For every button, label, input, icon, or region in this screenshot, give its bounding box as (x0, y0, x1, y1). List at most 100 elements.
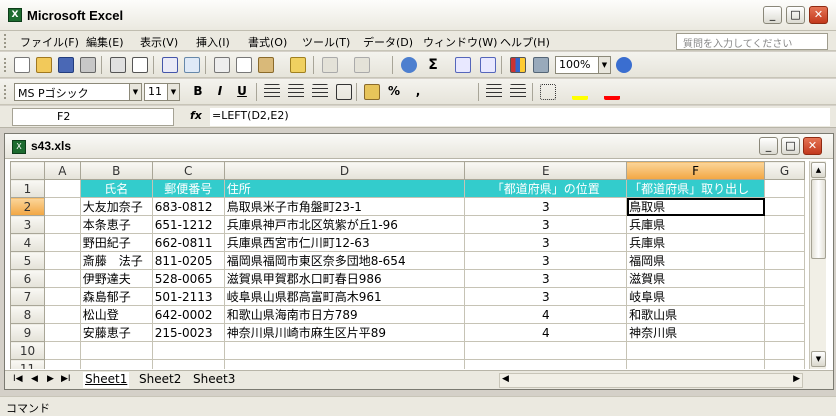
cell-postal[interactable]: 662-0811 (151, 233, 225, 252)
insert-function-icon[interactable]: fx (190, 109, 202, 122)
print-icon[interactable] (110, 57, 126, 73)
next-sheet-icon[interactable]: ▶ (47, 374, 54, 384)
copy-icon[interactable] (236, 57, 252, 73)
row-header[interactable]: 9 (10, 323, 45, 342)
column-header-d[interactable]: D (223, 161, 466, 180)
cell-address[interactable]: 鳥取県米子市角盤町23-1 (223, 197, 466, 216)
cell-extract[interactable] (626, 359, 766, 369)
cell-position[interactable]: 4 (464, 323, 628, 342)
cell-address[interactable]: 神奈川県川崎市麻生区片平89 (223, 323, 466, 342)
hyperlink-icon[interactable] (401, 57, 417, 73)
cell-address[interactable]: 福岡県福岡市東区奈多団地8-654 (223, 251, 466, 270)
font-color-icon[interactable] (604, 84, 620, 100)
redo-icon[interactable] (354, 57, 370, 73)
row-header[interactable]: 6 (10, 269, 45, 288)
cell-postal[interactable]: 683-0812 (151, 197, 225, 216)
cell[interactable] (43, 341, 81, 360)
cell-extract[interactable]: 兵庫県 (626, 233, 766, 252)
column-header-b[interactable]: B (79, 161, 153, 180)
cell-postal[interactable]: 651-1212 (151, 215, 225, 234)
cell-address[interactable]: 兵庫県西宮市仁川町12-63 (223, 233, 466, 252)
cell[interactable] (764, 215, 805, 234)
cell-name[interactable]: 森島郁子 (79, 287, 153, 306)
scroll-right-icon[interactable]: ▶ (793, 374, 800, 384)
row-header[interactable]: 1 (10, 179, 45, 198)
fill-color-icon[interactable] (572, 84, 588, 100)
select-all-corner[interactable] (10, 161, 45, 180)
merge-center-icon[interactable] (336, 84, 352, 100)
font-name-select[interactable]: MS Pゴシック ▼ (14, 83, 142, 101)
align-left-icon[interactable] (264, 84, 280, 100)
cell-address[interactable]: 和歌山県海南市日方789 (223, 305, 466, 324)
cell[interactable] (43, 197, 81, 216)
cell[interactable] (43, 251, 81, 270)
cell-name[interactable] (79, 341, 153, 360)
undo-icon[interactable] (322, 57, 338, 73)
print-preview-icon[interactable] (132, 57, 148, 73)
cell-name[interactable]: 松山登 (79, 305, 153, 324)
workbook-close-button[interactable]: ✕ (803, 137, 822, 155)
cell[interactable] (764, 197, 805, 216)
autosum-icon[interactable]: Σ (425, 57, 441, 73)
cell[interactable] (764, 287, 805, 306)
scroll-left-icon[interactable]: ◀ (502, 374, 509, 384)
cell-extract[interactable]: 鳥取県 (626, 197, 766, 216)
row-header[interactable]: 4 (10, 233, 45, 252)
cell-extract[interactable]: 神奈川県 (626, 323, 766, 342)
cell-name[interactable]: 大友加奈子 (79, 197, 153, 216)
column-header-f[interactable]: F (626, 161, 766, 180)
formula-input[interactable]: =LEFT(D2,E2) (210, 108, 830, 126)
row-header[interactable]: 11 (10, 359, 45, 369)
cell-postal[interactable]: 642-0002 (151, 305, 225, 324)
cell-extract[interactable]: 福岡県 (626, 251, 766, 270)
cell-extract[interactable]: 和歌山県 (626, 305, 766, 324)
menu-help[interactable]: ヘルプ(H) (500, 34, 550, 50)
header-cell-extract[interactable]: 「都道府県」取り出し (626, 179, 766, 198)
cell-extract[interactable]: 兵庫県 (626, 215, 766, 234)
horizontal-scrollbar[interactable]: ◀ ▶ (499, 373, 803, 388)
align-center-icon[interactable] (288, 84, 304, 100)
menu-format[interactable]: 書式(O) (248, 34, 287, 50)
menu-tools[interactable]: ツール(T) (302, 34, 350, 50)
minimize-button[interactable]: _ (763, 6, 782, 24)
drawing-icon[interactable] (533, 57, 549, 73)
menu-file[interactable]: ファイル(F) (20, 34, 79, 50)
cell-name[interactable]: 伊野達夫 (79, 269, 153, 288)
paste-icon[interactable] (258, 57, 274, 73)
currency-icon[interactable] (364, 84, 380, 100)
cell[interactable] (43, 305, 81, 324)
cell[interactable] (43, 179, 81, 198)
column-header-g[interactable]: G (764, 161, 805, 180)
scroll-up-icon[interactable]: ▲ (811, 162, 826, 178)
sort-descending-icon[interactable] (480, 57, 496, 73)
cell[interactable] (764, 269, 805, 288)
cell-extract[interactable]: 滋賀県 (626, 269, 766, 288)
cell-name[interactable] (79, 359, 153, 369)
cell-address[interactable] (223, 359, 466, 369)
cell-name[interactable]: 野田紀子 (79, 233, 153, 252)
row-header[interactable]: 8 (10, 305, 45, 324)
bold-button[interactable]: B (190, 84, 206, 98)
tab-sheet1[interactable]: Sheet1 (83, 372, 130, 388)
new-icon[interactable] (14, 57, 30, 73)
header-cell-name[interactable]: 氏名 (79, 179, 153, 198)
cell-position[interactable] (464, 359, 628, 369)
cell-postal[interactable] (151, 359, 225, 369)
menu-edit[interactable]: 編集(E) (86, 34, 124, 50)
cell[interactable] (764, 359, 805, 369)
cell[interactable] (764, 251, 805, 270)
borders-icon[interactable] (540, 84, 556, 100)
permission-icon[interactable] (80, 57, 96, 73)
row-header[interactable]: 2 (10, 197, 45, 216)
align-right-icon[interactable] (312, 84, 328, 100)
cell[interactable] (764, 233, 805, 252)
font-size-select[interactable]: 11 ▼ (144, 83, 180, 101)
comma-style-button[interactable]: , (410, 84, 426, 98)
column-header-a[interactable]: A (43, 161, 81, 180)
cell-name[interactable]: 本条恵子 (79, 215, 153, 234)
cell-position[interactable]: 4 (464, 305, 628, 324)
header-cell-position[interactable]: 「都道府県」の位置 (464, 179, 628, 198)
cell-position[interactable]: 3 (464, 287, 628, 306)
cell[interactable] (764, 341, 805, 360)
scroll-down-icon[interactable]: ▼ (811, 351, 826, 367)
